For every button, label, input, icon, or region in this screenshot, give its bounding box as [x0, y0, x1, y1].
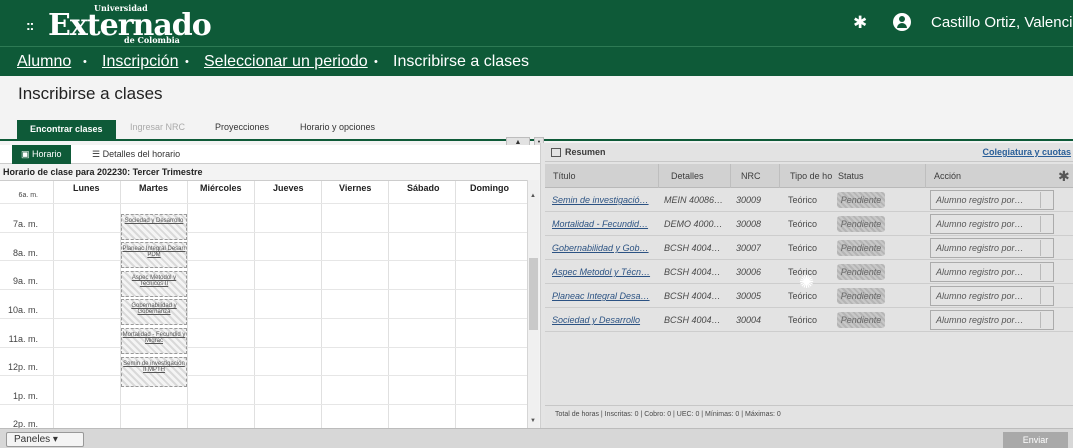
- hour-line: [0, 232, 527, 233]
- day-header-miercoles: Miércoles: [200, 183, 242, 193]
- hour-line: [0, 260, 527, 261]
- top-header: :: Universidad Externado de Colombia ✱ C…: [0, 0, 1073, 46]
- page-title: Inscribirse a clases: [18, 84, 163, 103]
- subtab-detalles-label: Detalles del horario: [102, 149, 181, 159]
- breadcrumb-current: Inscribirse a clases: [393, 53, 530, 70]
- logo-sub-text: de Colombia: [124, 35, 180, 45]
- day-header-jueves: Jueves: [273, 183, 304, 193]
- day-header-lunes: Lunes: [73, 183, 100, 193]
- subtab-horario[interactable]: ▣ Horario: [12, 145, 71, 164]
- time-label: 10a. m.: [7, 305, 38, 315]
- calendar-scrollbar[interactable]: ▲ ▼: [527, 180, 539, 428]
- day-header-sabado: Sábado: [407, 183, 440, 193]
- scroll-down-icon[interactable]: ▼: [530, 418, 536, 424]
- day-column-divider: [53, 181, 54, 428]
- user-name[interactable]: Castillo Ortiz, Valenciano: [931, 14, 1073, 31]
- time-label: 8a. m.: [12, 248, 38, 258]
- settings-gear-icon[interactable]: ✱: [853, 13, 867, 33]
- hour-line: [0, 347, 527, 348]
- class-event-block[interactable]: Sociedad y Desarrollo: [121, 214, 187, 240]
- breadcrumb: Alumno • Inscripción • Seleccionar un pe…: [0, 46, 1073, 76]
- day-column-divider: [455, 181, 456, 428]
- breadcrumb-seleccionar-periodo[interactable]: Seleccionar un periodo: [204, 53, 368, 71]
- breadcrumb-separator: •: [83, 56, 87, 68]
- panels-label: Paneles: [14, 434, 51, 445]
- university-logo[interactable]: Universidad Externado de Colombia: [48, 2, 212, 45]
- day-column-divider: [388, 181, 389, 428]
- day-column-divider: [187, 181, 188, 428]
- subtab-horario-label: Horario: [32, 149, 62, 159]
- day-header-domingo: Domingo: [470, 183, 509, 193]
- subtab-detalles-horario[interactable]: ☰ Detalles del horario: [92, 149, 180, 160]
- list-icon: ☰: [92, 149, 103, 159]
- hour-line: [0, 289, 527, 290]
- time-label: 12p. m.: [7, 362, 38, 372]
- time-label: 6a. m.: [18, 192, 38, 199]
- tab-ingresar-nrc[interactable]: Ingresar NRC: [130, 118, 185, 140]
- hour-line: [0, 318, 527, 319]
- scrollbar-thumb[interactable]: [529, 258, 538, 330]
- chevron-down-icon: ▾: [52, 434, 58, 445]
- day-header-viernes: Viernes: [339, 183, 372, 193]
- day-header-martes: Martes: [139, 183, 169, 193]
- class-event-block[interactable]: Semin de investigación II MPTH: [121, 357, 187, 387]
- breadcrumb-separator: •: [185, 56, 189, 68]
- submit-button[interactable]: Enviar: [1003, 432, 1068, 448]
- breadcrumb-inscripcion[interactable]: Inscripción: [102, 53, 178, 71]
- class-event-block[interactable]: Planeac Integral Desarr PDM: [121, 242, 187, 268]
- hour-line: [0, 375, 527, 376]
- time-label: 11a. m.: [8, 334, 38, 344]
- breadcrumb-separator: •: [374, 56, 378, 68]
- scroll-up-icon[interactable]: ▲: [530, 193, 536, 199]
- hour-line: [0, 203, 527, 204]
- schedule-calendar: Lunes Martes Miércoles Jueves Viernes Sá…: [0, 180, 527, 428]
- tab-proyecciones[interactable]: Proyecciones: [215, 118, 269, 140]
- breadcrumb-alumno[interactable]: Alumno: [17, 53, 71, 71]
- class-event-block[interactable]: Mortalidad - Fecundid y Migrac: [121, 328, 187, 354]
- tab-encontrar-clases[interactable]: Encontrar clases: [17, 120, 116, 139]
- user-avatar-icon[interactable]: [893, 13, 911, 31]
- day-column-divider: [321, 181, 322, 428]
- menu-icon[interactable]: ::: [26, 17, 34, 33]
- time-label: 2p. m.: [12, 419, 38, 428]
- class-event-block[interactable]: Aspec Metodol y Tecnicos II: [121, 271, 187, 297]
- day-column-divider: [254, 181, 255, 428]
- loading-spinner-icon: ✺: [799, 272, 815, 292]
- calendar-title: Horario de clase para 202230: Tercer Tri…: [3, 167, 203, 177]
- hour-line: [0, 404, 527, 405]
- time-label: 1p. m.: [12, 391, 38, 401]
- time-label: 7a. m.: [12, 219, 38, 229]
- summary-panel: Resumen Colegiatura y cuotas Título Deta…: [545, 143, 1073, 428]
- time-label: 9a. m.: [12, 276, 38, 286]
- class-event-block[interactable]: Gobernabilidad y Gobernanza: [121, 299, 187, 325]
- schedule-panel-header: ▣ Horario ☰ Detalles del horario: [0, 145, 540, 164]
- panels-dropdown[interactable]: Paneles ▾: [6, 432, 84, 447]
- tab-horario-opciones[interactable]: Horario y opciones: [300, 118, 375, 140]
- bottom-bar: Paneles ▾ Enviar: [0, 428, 1073, 448]
- calendar-icon: ▣: [21, 149, 33, 159]
